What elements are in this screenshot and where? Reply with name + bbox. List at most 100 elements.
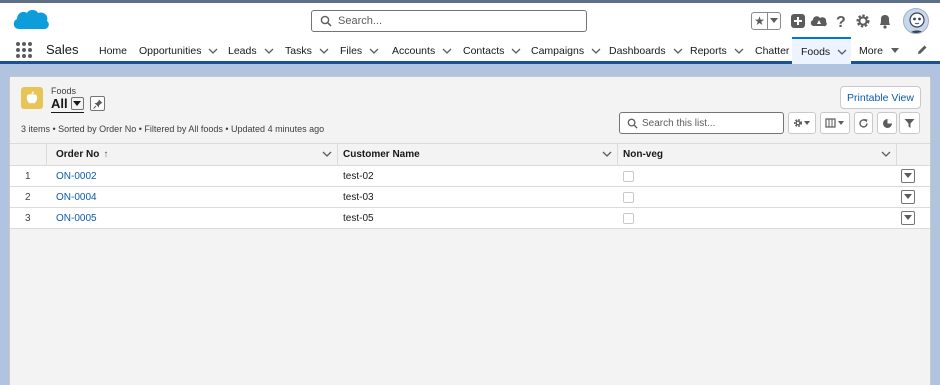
nav-item-dashboards[interactable]: Dashboards (609, 37, 683, 64)
row-number: 3 (25, 212, 31, 224)
search-icon (627, 118, 638, 129)
search-icon (320, 15, 332, 27)
nav-item-home[interactable]: Home (99, 37, 127, 64)
nav-item-opportunities[interactable]: Opportunities (139, 37, 218, 64)
chevron-down-icon[interactable] (208, 46, 218, 56)
table-row: 2 ON-0004 test-03 (10, 187, 930, 208)
refresh-button[interactable] (854, 112, 873, 134)
global-search-input[interactable]: Search... (311, 10, 587, 32)
filter-icon (904, 118, 915, 128)
pin-list-view-button[interactable] (90, 96, 105, 111)
nav-item-accounts[interactable]: Accounts (392, 37, 452, 64)
row-action-button[interactable] (901, 211, 915, 225)
list-view-name: All (51, 96, 68, 111)
caret-down-icon (904, 194, 912, 199)
object-label: Foods (51, 86, 77, 96)
chevron-down-icon[interactable] (881, 149, 891, 159)
customer-name-cell: test-05 (343, 212, 374, 224)
chevron-down-icon[interactable] (673, 46, 683, 56)
nav-item-files[interactable]: Files (340, 37, 379, 64)
favorites-button-group[interactable]: ★ (751, 12, 781, 30)
sort-ascending-icon: ↑ (103, 149, 109, 160)
search-placeholder: Search... (338, 15, 383, 27)
help-icon[interactable]: ? (832, 12, 850, 30)
notifications-bell-icon[interactable] (876, 12, 894, 30)
gear-dropdown-icon (794, 119, 810, 127)
chevron-down-icon[interactable] (369, 46, 379, 56)
nav-item-campaigns[interactable]: Campaigns (531, 37, 601, 64)
caret-down-icon (904, 215, 912, 220)
order-no-link[interactable]: ON-0004 (56, 187, 97, 207)
nav-item-chatter[interactable]: Chatter (755, 37, 789, 64)
svg-text:?: ? (836, 14, 846, 29)
nav-item-more[interactable]: More (859, 37, 900, 64)
salesforce-cloud-logo[interactable] (11, 7, 51, 35)
customer-name-cell: test-03 (343, 191, 374, 203)
table-row: 1 ON-0002 test-02 (10, 166, 930, 187)
row-actions-header (897, 144, 930, 165)
printable-view-button[interactable]: Printable View (840, 86, 921, 109)
non-veg-cell (623, 166, 634, 186)
chevron-down-icon[interactable] (602, 149, 612, 159)
caret-down-icon[interactable] (70, 97, 84, 110)
non-veg-checkbox (623, 191, 634, 203)
chevron-down-icon[interactable] (322, 149, 332, 159)
search-this-list-input[interactable]: Search this list... (619, 112, 784, 134)
add-icon[interactable] (789, 12, 807, 30)
column-header-customer-name[interactable]: Customer Name (338, 144, 618, 165)
non-veg-cell (623, 208, 634, 228)
non-veg-checkbox (623, 212, 634, 224)
chevron-down-icon[interactable] (442, 46, 452, 56)
table-header: Order No ↑ Customer Name Non-veg (10, 143, 930, 166)
edit-nav-pencil-icon[interactable] (916, 44, 928, 56)
chevron-down-icon[interactable] (319, 46, 329, 56)
pie-chart-icon (882, 118, 892, 128)
column-header-order-no[interactable]: Order No ↑ (47, 144, 338, 165)
nav-item-reports[interactable]: Reports (690, 37, 744, 64)
search-list-placeholder: Search this list... (642, 118, 716, 129)
nav-item-tasks[interactable]: Tasks (285, 37, 329, 64)
app-name: Sales (46, 42, 79, 57)
app-navigation-bar: Sales Home Opportunities Leads Tasks Fil… (0, 37, 940, 64)
user-avatar[interactable] (903, 8, 929, 34)
list-view-header: Foods All Printable View 3 items • Sorte… (10, 77, 930, 143)
order-no-link[interactable]: ON-0002 (56, 166, 97, 186)
column-header-non-veg[interactable]: Non-veg (618, 144, 897, 165)
pin-icon (92, 99, 102, 109)
trailhead-icon[interactable] (810, 12, 828, 30)
nav-item-foods[interactable]: Foods (792, 37, 851, 64)
list-view-selector[interactable]: All (51, 96, 84, 113)
row-action-button[interactable] (901, 169, 915, 183)
list-view-meta: 3 items • Sorted by Order No • Filtered … (21, 124, 325, 134)
foods-object-icon (21, 87, 43, 109)
nav-item-contacts[interactable]: Contacts (463, 37, 521, 64)
non-veg-checkbox (623, 170, 634, 182)
chevron-down-icon[interactable] (734, 46, 744, 56)
nav-item-leads[interactable]: Leads (228, 37, 274, 64)
list-view-controls-button[interactable] (788, 112, 816, 134)
chevron-down-icon[interactable] (591, 46, 601, 56)
caret-down-icon[interactable] (890, 46, 900, 56)
caret-down-icon (904, 173, 912, 178)
display-as-button[interactable] (820, 112, 850, 134)
favorites-star-icon[interactable]: ★ (752, 13, 768, 29)
row-number: 2 (25, 191, 31, 203)
row-action-button[interactable] (901, 190, 915, 204)
row-number-header (10, 144, 47, 165)
table-empty-area (10, 232, 930, 385)
setup-gear-icon[interactable] (854, 12, 872, 30)
favorites-dropdown-icon[interactable] (768, 13, 780, 29)
chevron-down-icon[interactable] (511, 46, 521, 56)
charts-button[interactable] (877, 112, 897, 134)
list-view-card: Foods All Printable View 3 items • Sorte… (9, 76, 931, 385)
chevron-down-icon[interactable] (264, 46, 274, 56)
non-veg-cell (623, 187, 634, 207)
global-header: Search... ★ ? (0, 3, 940, 37)
order-no-link[interactable]: ON-0005 (56, 208, 97, 228)
filters-button[interactable] (899, 112, 920, 134)
table-dropdown-icon (825, 118, 844, 128)
chevron-down-icon[interactable] (837, 47, 847, 57)
customer-name-cell: test-02 (343, 170, 374, 182)
refresh-icon (859, 118, 868, 127)
app-launcher-icon[interactable] (16, 42, 32, 58)
